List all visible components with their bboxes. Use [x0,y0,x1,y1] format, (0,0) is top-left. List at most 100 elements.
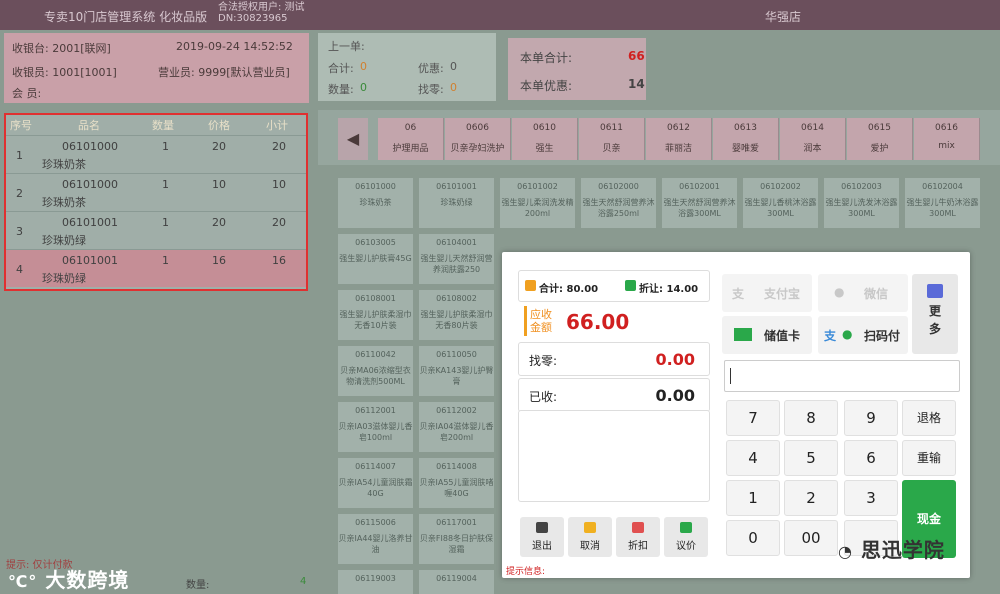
wechat-icon: ● [834,285,845,299]
more-button[interactable]: 更多 [912,274,958,354]
product-tile[interactable]: 06102002 强生婴儿香桃沐浴露300ML [743,178,818,228]
row-code: 06101000 [62,140,118,153]
received-line: 已收: 0.00 [518,378,710,412]
coin-icon [525,280,536,291]
exit-icon [536,522,548,533]
product-tile[interactable]: 06102003 强生婴儿洗发沐浴露300ML [824,178,899,228]
payment-input[interactable] [724,360,960,392]
col-subtotal: 小计 [266,119,288,132]
table-row[interactable]: 1 06101000 珍珠奶茶 1 20 20 [6,135,306,173]
discount-button[interactable]: 折扣 [616,517,660,557]
product-tile[interactable]: 06115006 贝亲IA44婴儿洛养甘油 [338,514,413,564]
payment-dialog: 合计: 80.00 折让: 14.00 应收金额 66.00 找零: 0.00 … [502,252,970,578]
product-tile[interactable]: 06103005 强生婴儿护肤膏45G [338,234,413,284]
category-tab[interactable]: 0612 菲丽洁 [646,118,712,160]
alipay-button[interactable]: 支支付宝 [722,274,812,312]
key-6[interactable]: 6 [844,440,898,476]
product-tile[interactable]: 06110050 贝亲KA143婴儿护臀膏 [419,346,494,396]
table-row[interactable]: 2 06101000 珍珠奶茶 1 10 10 [6,173,306,211]
category-tab[interactable]: 0613 婴唯爱 [713,118,779,160]
product-tile[interactable]: 06119003 [338,570,413,594]
category-prev-button[interactable]: ◀ [338,118,368,160]
category-tab[interactable]: 0615 爱护 [847,118,913,160]
row-price: 16 [212,254,226,267]
backspace-key[interactable]: 退格 [902,400,956,436]
key-4[interactable]: 4 [726,440,780,476]
bill-discount-value: 14 [628,77,645,91]
category-tab[interactable]: 0611 贝亲 [579,118,645,160]
table-row-selected[interactable]: 4 06101001 珍珠奶绿 1 16 16 [6,249,306,287]
category-bar: ◀ 06 护理用品 0606 贝亲孕妇洗护 0610 强生 0611 贝亲 0612 菲丽… [318,110,1000,165]
product-tile[interactable]: 06102001 强生天然舒润营养沐浴露300ML [662,178,737,228]
received-value: 0.00 [655,386,695,405]
product-tile[interactable]: 06102004 强生婴儿牛奶沐浴露300ML [905,178,980,228]
category-tab[interactable]: 06 护理用品 [378,118,444,160]
auth-info: 合法授权用户: 测试 DN:30823965 [218,2,305,24]
due-value: 66.00 [566,310,630,334]
key-7[interactable]: 7 [726,400,780,436]
row-qty: 1 [162,140,169,153]
stored-card-button[interactable]: 储值卡 [722,316,812,354]
watermark-right: ◔ 思迅学院 [838,538,945,562]
product-tile[interactable]: 06114008 贝亲IA55儿童润肤啫喱40G [419,458,494,508]
product-tile[interactable]: 06101002 强生婴儿柔润洗发精200ml [500,178,575,228]
col-no: 序号 [10,119,32,132]
key-00[interactable]: 00 [784,520,838,556]
prev-total-value: 0 [360,60,367,73]
total-qty-label: 数量: [186,580,210,591]
product-tile[interactable]: 06101000 珍珠奶茶 [338,178,413,228]
row-no: 3 [16,225,23,238]
key-9[interactable]: 9 [844,400,898,436]
product-tile[interactable]: 06114007 贝亲IA54儿童润肤霜40G [338,458,413,508]
row-code: 06101001 [62,216,118,229]
scan-pay-button[interactable]: 支 ● 扫码付 [818,316,908,354]
cashier: 收银员: 1001[1001] [12,66,117,79]
table-row[interactable]: 3 06101001 珍珠奶绿 1 20 20 [6,211,306,249]
datetime: 2019-09-24 14:52:52 [176,40,293,53]
wechat-button[interactable]: ● 微信 [818,274,908,312]
key-3[interactable]: 3 [844,480,898,516]
category-tab[interactable]: 0610 强生 [512,118,578,160]
cancel-button[interactable]: 取消 [568,517,612,557]
product-tile[interactable]: 06108002 强生婴儿护肤柔湿巾无香80片装 [419,290,494,340]
alipay-icon: 支 [732,287,745,301]
category-tab[interactable]: 0614 润本 [780,118,846,160]
yen-icon [680,522,692,533]
exit-button[interactable]: 退出 [520,517,564,557]
product-tile[interactable]: 06101001 珍珠奶绿 [419,178,494,228]
product-tile[interactable]: 06104001 强生婴儿天然舒润营养润肤露250 [419,234,494,284]
hint-message: 提示信息: [506,567,546,577]
product-tile[interactable]: 06112002 贝亲IA04滋体婴儿香皂200ml [419,402,494,452]
row-name: 珍珠奶茶 [42,196,86,209]
cancel-icon [584,522,596,533]
key-5[interactable]: 5 [784,440,838,476]
row-no: 4 [16,263,23,276]
key-8[interactable]: 8 [784,400,838,436]
amount-due: 应收金额 66.00 [518,306,710,340]
product-tile[interactable]: 06117001 贝亲FI88冬日护肤保湿霜 [419,514,494,564]
prev-discount-value: 0 [450,60,457,73]
bargain-button[interactable]: 议价 [664,517,708,557]
product-tile[interactable]: 06108001 强生婴儿护肤柔湿巾无香10片装 [338,290,413,340]
prev-change-label: 找零: [418,83,444,96]
text-cursor [730,368,731,384]
discount-icon [625,280,636,291]
product-tile[interactable]: 06112001 贝亲IA03滋体婴儿香皂100ml [338,402,413,452]
product-tile[interactable]: 06119004 [419,570,494,594]
received-label: 已收: [529,390,558,404]
key-0[interactable]: 0 [726,520,780,556]
row-subtotal: 16 [272,254,286,267]
row-subtotal: 20 [272,140,286,153]
card-icon [734,328,752,341]
row-name: 珍珠奶绿 [42,234,86,247]
key-2[interactable]: 2 [784,480,838,516]
product-tile[interactable]: 06102000 强生天然舒润营养沐浴露250ml [581,178,656,228]
product-tile[interactable]: 06110042 贝亲MA06浓缩型衣物清洗剂500ML [338,346,413,396]
key-1[interactable]: 1 [726,480,780,516]
category-tab[interactable]: 0606 贝亲孕妇洗护 [445,118,511,160]
category-tab[interactable]: 0616 mix [914,118,980,160]
store-name: 华强店 [765,10,802,24]
current-bill: 本单合计: 66 本单优惠: 14 [508,38,646,100]
reset-key[interactable]: 重输 [902,440,956,476]
col-price: 价格 [208,119,230,132]
